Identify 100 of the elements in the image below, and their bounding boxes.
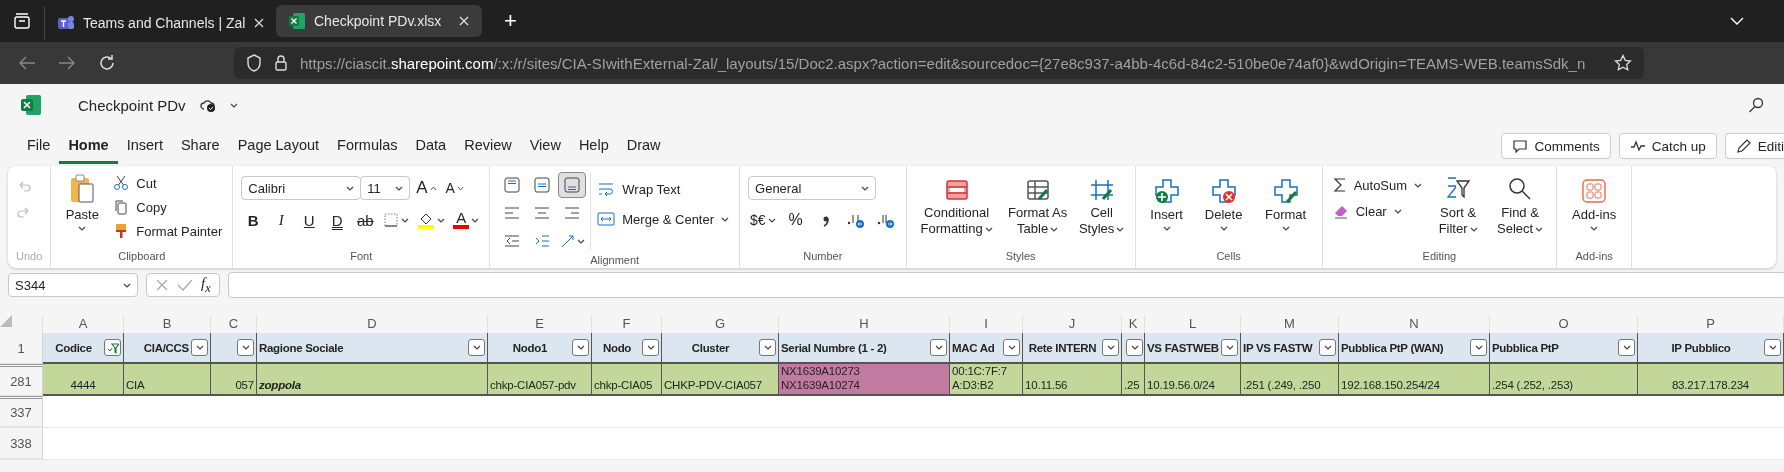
insert-function-button[interactable]: f$_{x}$	[201, 274, 211, 296]
formula-input[interactable]	[227, 272, 1784, 298]
ribbon-button[interactable]: Delete	[1195, 176, 1252, 233]
browser-tab[interactable]: Checkpoint PDv.xlsx	[276, 5, 482, 37]
menu-tab[interactable]: Share	[171, 128, 229, 164]
forward-icon[interactable]	[58, 55, 76, 71]
wrap-text-button[interactable]: Wrap Text	[595, 178, 732, 200]
number-format-field[interactable]: General	[748, 176, 877, 200]
font-color-button[interactable]: A	[451, 208, 482, 232]
caret-icon	[229, 102, 238, 108]
filter-button[interactable]	[930, 339, 947, 356]
catch-up-button[interactable]: Catch up	[1618, 133, 1717, 159]
ribbon-button[interactable]: Format As Table	[1004, 176, 1071, 239]
ribbon-button[interactable]: Add-ins	[1565, 176, 1624, 233]
comments-button[interactable]: Comments	[1501, 133, 1611, 159]
ribbon-button[interactable]: Insert	[1143, 176, 1190, 233]
close-icon[interactable]	[458, 15, 470, 27]
filter-button[interactable]	[237, 339, 254, 356]
currency-button[interactable]: $€	[748, 208, 778, 232]
clipboard-button[interactable]: Copy	[111, 196, 225, 218]
filter-button[interactable]	[1470, 339, 1487, 356]
font-style-button[interactable]: U	[297, 208, 322, 232]
ribbon-button[interactable]: Conditional Formatting	[914, 176, 999, 239]
caret-icon	[1007, 345, 1016, 350]
filter-button[interactable]	[1764, 339, 1781, 356]
header-text: MAC Ad	[952, 341, 996, 354]
ribbon-button[interactable]: Sort & Filter	[1430, 174, 1487, 239]
font-style-button[interactable]: I	[269, 208, 294, 232]
caret-icon	[472, 345, 481, 350]
shrink-font-button[interactable]: A	[442, 176, 467, 200]
menu-tab[interactable]: Page Layout	[228, 128, 329, 164]
menu-tab[interactable]: View	[520, 128, 570, 164]
name-box[interactable]: S344	[8, 273, 138, 297]
filter-button[interactable]	[191, 339, 208, 356]
filter-button[interactable]	[1102, 339, 1119, 356]
filter-button[interactable]	[1003, 339, 1020, 356]
eraser-icon	[1332, 203, 1349, 219]
filter-button[interactable]	[759, 339, 776, 356]
menu-tab[interactable]: Help	[569, 128, 618, 164]
font-style-button[interactable]: D	[325, 208, 350, 232]
row-header[interactable]: 338	[0, 428, 43, 459]
merge-center-button[interactable]: Merge & Center	[595, 208, 732, 230]
filter-button[interactable]	[468, 339, 485, 356]
menu-tab[interactable]: Data	[406, 128, 456, 164]
editing-button[interactable]: Editi	[1724, 133, 1784, 159]
header-text: Pubblica PtP	[1492, 341, 1560, 354]
pencil-icon	[1735, 138, 1752, 154]
caret-icon	[1474, 345, 1483, 350]
font-style-button[interactable]: ab	[353, 208, 378, 232]
caret-icon	[1281, 226, 1290, 231]
back-icon[interactable]	[18, 55, 36, 71]
align-icon	[563, 176, 582, 194]
filter-button[interactable]	[1618, 339, 1635, 356]
menu-tab[interactable]: Home	[59, 128, 118, 164]
star-icon[interactable]	[1614, 54, 1632, 72]
clipboard-button[interactable]: Cut	[111, 172, 225, 194]
clear-button[interactable]: Clear	[1330, 200, 1425, 222]
filter-button[interactable]	[104, 339, 121, 356]
menu-tab[interactable]: Review	[455, 128, 521, 164]
address-bar[interactable]: https://ciascit.sharepoint.com/:x:/r/sites/CIA-SIwithExternal-Zal/_layouts/15/Doc2.aspx?action=edit&sourcedoc={27e8c937-a4bb-4c6d-84c2-510be0e74af0}&wdOrigin=TEAMS-WEB.teamsSdk_n	[234, 47, 1644, 79]
paste-button[interactable]: Paste	[59, 172, 106, 233]
reload-icon[interactable]	[98, 54, 116, 72]
header-text: Pubblica PtP (WAN)	[1341, 341, 1445, 354]
menu-tab[interactable]: Formulas	[328, 128, 407, 164]
vertical-align-button[interactable]	[558, 172, 587, 198]
clipboard-button[interactable]: Format Painter	[111, 220, 225, 242]
table-cell: 4444	[43, 364, 124, 396]
filter-button[interactable]	[1126, 339, 1143, 356]
new-tab-button[interactable]: +	[504, 8, 517, 34]
font-name-field[interactable]: Calibri	[241, 176, 362, 200]
font-size-field[interactable]: 11	[360, 176, 411, 200]
ribbon-button[interactable]: Cell Styles	[1076, 176, 1127, 239]
caret-icon	[1323, 345, 1332, 350]
check-icon[interactable]	[177, 278, 193, 292]
percent-button[interactable]: %	[783, 208, 808, 232]
autosum-button[interactable]: AutoSum	[1330, 174, 1425, 196]
menu-tab[interactable]: File	[18, 128, 60, 164]
header-text: VS FASTWEB	[1147, 341, 1219, 354]
table-brush-icon	[1024, 178, 1051, 202]
chevron-down-icon[interactable]	[1730, 16, 1744, 26]
filter-button[interactable]	[572, 339, 589, 356]
group-label: Undo	[16, 250, 43, 264]
row-header[interactable]: 1	[0, 333, 43, 364]
row-header[interactable]: 281	[0, 364, 43, 396]
menu-tab[interactable]: Insert	[117, 128, 172, 164]
ribbon-button[interactable]: Format	[1257, 176, 1314, 233]
browser-tab[interactable]: Teams and Channels | Zal	[44, 6, 270, 40]
table-cell: chkp-CIA057-pdv	[488, 364, 592, 396]
close-icon[interactable]	[253, 17, 266, 29]
tab-list-icon[interactable]	[12, 11, 32, 31]
menu-tab[interactable]: Draw	[617, 128, 670, 164]
filter-button[interactable]	[642, 339, 659, 356]
ribbon-button[interactable]: Find & Select	[1492, 174, 1549, 239]
filter-button[interactable]	[1221, 339, 1238, 356]
font-style-button[interactable]: B	[241, 208, 266, 232]
filter-button[interactable]	[1319, 339, 1336, 356]
grow-font-button[interactable]: A	[414, 176, 439, 200]
document-title[interactable]: Checkpoint PDv	[78, 96, 186, 114]
row-header[interactable]: 337	[0, 396, 43, 427]
search-icon[interactable]	[1748, 97, 1764, 113]
